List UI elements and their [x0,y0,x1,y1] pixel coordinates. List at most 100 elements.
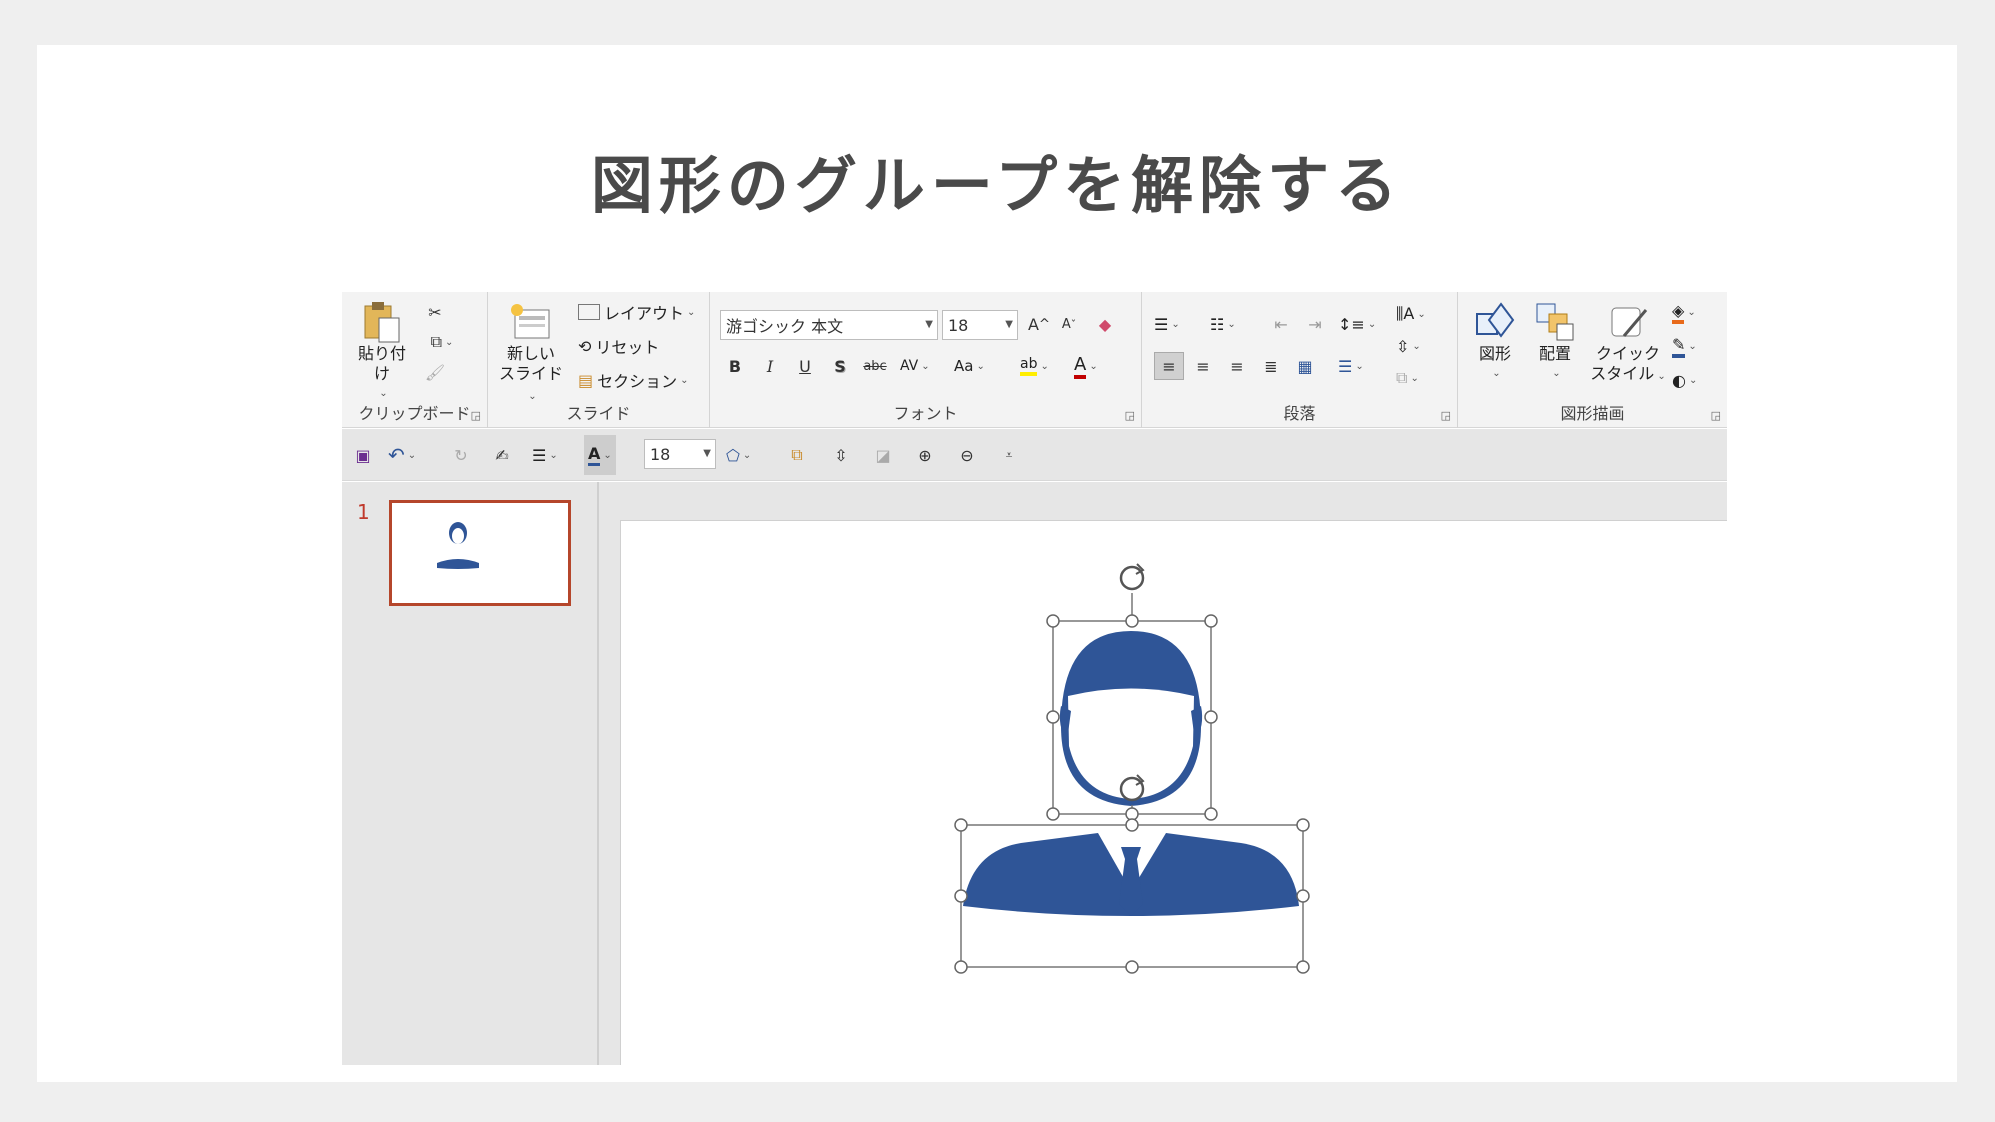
zoom-in-icon[interactable]: ⊕ [910,441,940,469]
font-color-button[interactable]: A ⌄ [1074,352,1098,380]
slide-number: 1 [357,500,370,524]
bold-button[interactable]: B [720,352,750,380]
align-left-icon[interactable]: ≡ [1154,352,1184,380]
font-name-select[interactable]: 游ゴシック 本文 ▼ [720,310,938,340]
paragraph-group: ☰ ⌄ ☷ ⌄ ⇤ ⇥ ↕≡ ⌄ ⫼A ⌄ ≡ ≡ ≡ ≣ ▦ ☰ ⌄ ⇳ ⌄ ⧉ ⌄ 段落 … [1142,292,1458,428]
section-button[interactable]: ▤ セクション ⌄ [578,366,689,394]
font-color-button[interactable]: A ⌄ [584,435,616,475]
chevron-down-icon: ▼ [1005,319,1013,330]
format-painter-icon[interactable]: 🖌 [420,358,450,386]
head-shape[interactable] [1059,631,1203,806]
redo-icon[interactable]: ↻ [446,441,476,469]
increase-indent-icon[interactable]: ⇥ [1300,310,1330,338]
font-group: 游ゴシック 本文 ▼ 18 ▼ A ^ Aˇ ◆ B I U S abc AV ⌄ Aa… [710,292,1142,428]
grow-font-button[interactable]: A ^ [1024,310,1054,338]
person-thumbnail-icon [437,522,479,569]
reset-icon: ⟲ [578,336,592,356]
decrease-indent-icon[interactable]: ⇤ [1266,310,1296,338]
edit-shape-icon[interactable]: ◪ [868,441,898,469]
ribbon: 貼り付け ⌄ ✂ ⧉ ⌄ 🖌 クリップボード ◲ 新しい スライド⌄ レイアウト… [342,292,1727,428]
text-direction-button[interactable]: ⫼A ⌄ [1396,300,1426,328]
char-spacing-button[interactable]: AV ⌄ [900,352,930,380]
chevron-down-icon: ▼ [925,319,933,330]
bullets-icon: ☰ [1154,314,1169,334]
copy-icon[interactable]: ⧉ ⌄ [420,328,464,356]
paste-button[interactable]: 貼り付け ⌄ [352,300,412,404]
cut-icon[interactable]: ✂ [420,298,450,326]
arrange-icon [1533,300,1577,344]
columns-icon: ☰ [1338,356,1353,376]
clipboard-group: 貼り付け ⌄ ✂ ⧉ ⌄ 🖌 クリップボード ◲ [342,292,488,428]
undo-icon: ↶ [388,443,405,467]
slide-canvas[interactable] [620,520,1727,1065]
smartart-button[interactable]: ⧉ ⌄ [1396,364,1419,392]
shape-effects-button[interactable]: ◐ ⌄ [1672,366,1697,394]
bullets-button[interactable]: ☰ ⌄ [532,441,558,469]
slides-group: 新しい スライド⌄ レイアウト ⌄ ⟲ リセット ▤ セクション ⌄ スライド [488,292,710,428]
layout-button[interactable]: レイアウト ⌄ [578,298,695,326]
new-slide-button[interactable]: 新しい スライド⌄ [496,300,566,407]
numbering-button[interactable]: ☷ ⌄ [1210,310,1236,338]
bullets-icon: ☰ [532,445,547,465]
shapes-button[interactable]: 図形 ⌄ [1468,300,1522,384]
dialog-launcher-icon[interactable]: ◲ [1125,409,1135,422]
line-spacing-button[interactable]: ↕≡ ⌄ [1338,310,1376,338]
font-size-select[interactable]: 18 ▼ [942,310,1018,340]
change-case-button[interactable]: Aa ⌄ [954,352,985,380]
format-painter-icon[interactable]: ✍ [487,441,517,469]
chevron-down-icon: ▼ [703,448,711,459]
effects-icon: ◐ [1672,370,1686,390]
align-center-icon[interactable]: ≡ [1188,352,1218,380]
clear-format-icon[interactable]: ◆ [1090,310,1120,338]
paragraph-group-label: 段落 [1283,404,1316,423]
text-direction-icon: ⫼A [1396,304,1415,323]
shape-fill-button[interactable]: ◈ ⌄ [1672,298,1696,326]
dialog-launcher-icon[interactable]: ◲ [1441,409,1451,422]
fill-bucket-icon: ◈ [1672,301,1685,324]
qat-font-size-select[interactable]: 18 ▼ [644,439,716,469]
underline-button[interactable]: U [790,352,820,380]
align-text-button[interactable]: ⇳ ⌄ [1396,332,1421,360]
layout-icon [578,304,600,320]
slide-thumbnail[interactable] [389,500,571,606]
line-spacing-icon: ↕≡ [1338,314,1365,334]
distributed-icon[interactable]: ▦ [1290,352,1320,380]
justify-icon[interactable]: ≣ [1256,352,1286,380]
shapes-button[interactable]: ⬠ ⌄ [726,441,751,469]
powerpoint-screenshot: 貼り付け ⌄ ✂ ⧉ ⌄ 🖌 クリップボード ◲ 新しい スライド⌄ レイアウト… [342,292,1727,1065]
quick-access-toolbar: ▣ ↶ ⌄ ↻ ✍ ☰ ⌄ A ⌄ 18 ▼ ⬠ ⌄ ⧉ ⇳ ◪ ⊕ ⊖ ⩡ [342,429,1727,481]
save-icon[interactable]: ▣ [348,441,378,469]
strikethrough-button[interactable]: abc [860,352,890,380]
numbering-icon: ☷ [1210,314,1225,334]
person-graphic[interactable] [621,521,1727,1065]
shrink-font-button[interactable]: Aˇ [1054,310,1084,338]
dialog-launcher-icon[interactable]: ◲ [1711,409,1721,422]
drawing-group-label: 図形描画 [1560,404,1625,423]
section-icon: ▤ [578,370,594,390]
arrange-button[interactable]: 配置 ⌄ [1528,300,1582,384]
zoom-out-icon[interactable]: ⊖ [952,441,982,469]
text-direction-icon[interactable]: ⇳ [826,441,856,469]
bullets-button[interactable]: ☰ ⌄ [1154,310,1180,338]
shapes-icon: ⬠ [726,445,740,465]
columns-button[interactable]: ☰ ⌄ [1338,352,1364,380]
shapes-icon [1473,300,1517,344]
shape-outline-button[interactable]: ✎ ⌄ [1672,332,1697,360]
slide-thumbnails-pane: 1 [342,482,599,1065]
quick-style-button[interactable]: クイック スタイル ⌄ [1586,300,1670,387]
drawing-group: 図形 ⌄ 配置 ⌄ クイック スタイル ⌄ ◈ ⌄ ✎ ⌄ ◐ ⌄ 図形描画 ◲ [1458,292,1727,428]
undo-button[interactable]: ↶ ⌄ [388,441,416,469]
page-card: 図形のグループを解除する 貼り付け ⌄ ✂ ⧉ ⌄ 🖌 クリップボード ◲ 新し… [37,45,1957,1082]
arrange-icon[interactable]: ⧉ [782,441,812,469]
shadow-button[interactable]: S [825,352,855,380]
italic-button[interactable]: I [755,352,785,380]
rotate-handle-icon[interactable] [1119,563,1145,591]
align-right-icon[interactable]: ≡ [1222,352,1252,380]
customize-qat-icon[interactable]: ⩡ [994,441,1024,469]
highlight-button[interactable]: ab ⌄ [1020,352,1049,380]
dialog-launcher-icon[interactable]: ◲ [471,409,481,422]
work-area: 1 [342,482,1727,1065]
reset-button[interactable]: ⟲ リセット [578,332,659,360]
page-title: 図形のグループを解除する [590,149,1404,222]
body-shape[interactable] [963,833,1299,916]
